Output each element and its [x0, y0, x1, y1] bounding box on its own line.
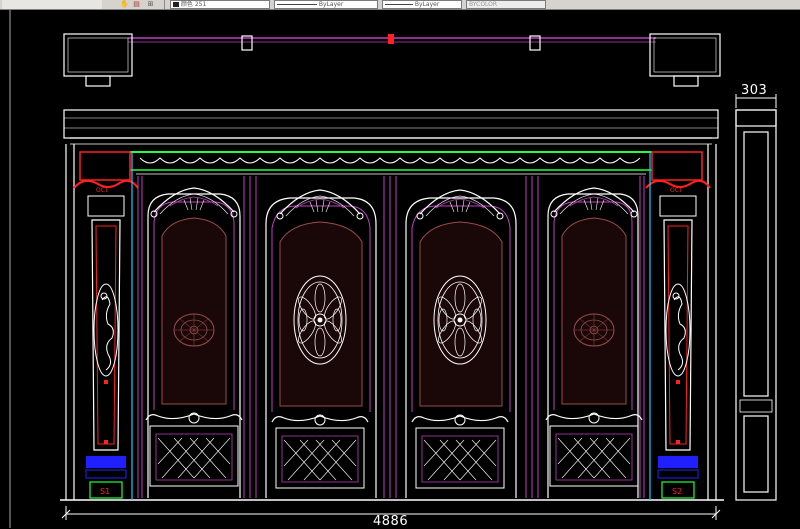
- door-panel-4: [545, 187, 643, 498]
- layer-properties-icon[interactable]: ▤: [132, 0, 141, 9]
- top-cornice: [63, 109, 719, 145]
- color-swatch: [173, 2, 179, 7]
- plotstyle-value: BYCOLOR: [469, 1, 498, 8]
- lineweight-value: ByLayer: [414, 1, 440, 8]
- svg-text:S1: S1: [100, 487, 110, 496]
- cad-toolbar: ✋ ▤ ⊞ 颜色 251 ByLayer ByLayer BYCOLOR: [0, 0, 800, 10]
- lineweight-sample: [385, 4, 413, 5]
- wall-sconce-right: [649, 33, 721, 87]
- svg-text:OCT: OCT: [96, 187, 109, 194]
- color-value: 251: [194, 1, 207, 8]
- svg-text:OCT: OCT: [670, 187, 683, 194]
- door-panel-3: [405, 189, 517, 498]
- rail-center-mark: [388, 34, 394, 44]
- dimension-side-label: 303: [741, 83, 768, 98]
- door-panel-2: [265, 189, 377, 498]
- dimension-overall-label: 4886: [373, 514, 409, 529]
- linetype-sample: [277, 4, 317, 5]
- color-dropdown[interactable]: 颜色 251: [170, 0, 270, 9]
- toolbar-separator: [164, 0, 165, 9]
- pan-icon[interactable]: ✋: [120, 0, 129, 9]
- wall-sconce-left: [63, 33, 133, 87]
- green-valance: [130, 151, 652, 175]
- left-pilaster: OCT S1: [73, 151, 139, 500]
- drawing-canvas[interactable]: OCT S1 OCT S2: [0, 10, 800, 528]
- plotstyle-dropdown[interactable]: BYCOLOR: [466, 0, 546, 9]
- curtain-rail: [128, 34, 656, 51]
- side-elevation: [735, 109, 777, 501]
- linetype-dropdown[interactable]: ByLayer: [274, 0, 378, 9]
- toolbar-left-strip: [2, 0, 102, 9]
- match-properties-icon[interactable]: ⊞: [146, 0, 155, 9]
- door-panel-1: [145, 187, 243, 498]
- lineweight-dropdown[interactable]: ByLayer: [382, 0, 462, 9]
- color-label: 颜色: [180, 1, 193, 8]
- linetype-value: ByLayer: [318, 1, 344, 8]
- svg-text:S2: S2: [672, 487, 682, 496]
- right-pilaster: OCT S2: [645, 151, 711, 500]
